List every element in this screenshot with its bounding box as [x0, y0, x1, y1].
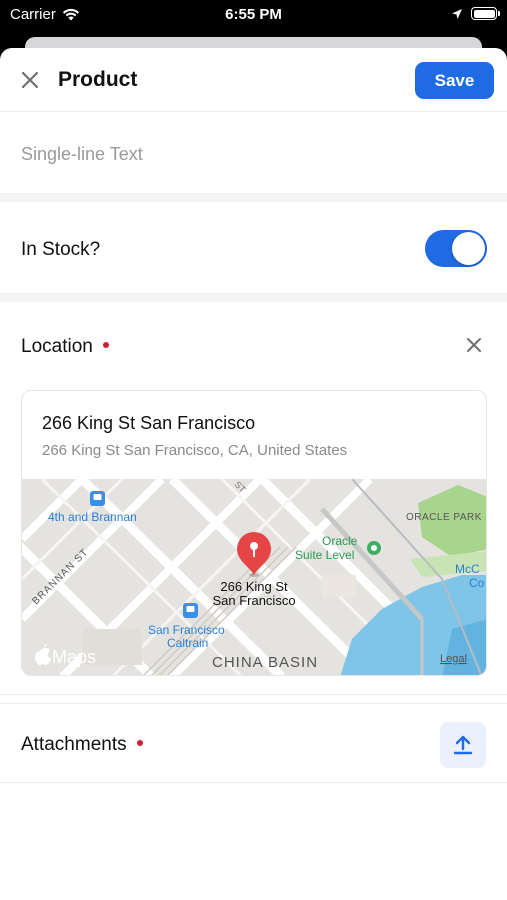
single-line-text-field — [0, 112, 507, 194]
address-subtitle: 266 King St San Francisco, CA, United St… — [42, 442, 348, 459]
in-stock-label: In Stock? — [21, 239, 101, 260]
clear-location-button[interactable] — [463, 334, 485, 356]
location-card[interactable]: 266 King St San Francisco 266 King St Sa… — [21, 390, 487, 676]
close-icon — [467, 338, 481, 352]
page-title: Product — [58, 68, 138, 91]
close-icon — [21, 71, 39, 89]
map-label-mcc-2: Co — [469, 576, 485, 590]
map-label-caltrain-2: Caltrain — [167, 636, 208, 650]
map-label-brannan: 4th and Brannan — [48, 510, 137, 524]
map-label-oracle-2: Suite Level — [295, 548, 354, 562]
map-view[interactable]: 4th and Brannan BRANNAN ST ST Oracle Sui… — [22, 479, 487, 676]
attachments-label: Attachments — [21, 734, 143, 756]
location-label-text: Location — [21, 336, 93, 357]
address-title: 266 King St San Francisco — [42, 413, 256, 433]
map-pin-label-2: San Francisco — [212, 593, 295, 608]
transit-icon — [183, 603, 198, 618]
map-label-oracle-park: ORACLE PARK — [406, 512, 482, 523]
section-divider — [0, 194, 507, 202]
save-button[interactable]: Save — [415, 62, 494, 99]
map-pin-label-1: 266 King St — [220, 579, 288, 594]
location-arrow-icon — [452, 8, 462, 19]
section-divider — [0, 294, 507, 302]
in-stock-toggle[interactable] — [425, 230, 487, 267]
battery-icon — [471, 7, 500, 20]
map-label-oracle-1: Oracle — [322, 534, 358, 548]
map-district-label: CHINA BASIN — [212, 654, 318, 671]
maps-brand-label: Maps — [52, 647, 96, 667]
modal-header: Product Save — [0, 48, 507, 112]
map-label-caltrain-1: San Francisco — [148, 623, 225, 637]
attachments-label-text: Attachments — [21, 734, 127, 755]
transit-icon — [90, 491, 105, 506]
clock: 6:55 PM — [225, 6, 282, 23]
single-line-text-input[interactable] — [21, 144, 486, 165]
location-section: Location 266 King St San Francisco 266 K… — [0, 302, 507, 695]
required-indicator — [102, 341, 109, 348]
upload-icon — [453, 735, 473, 755]
map-legal-link: Legal — [440, 653, 467, 665]
poi-icon — [367, 541, 381, 555]
upload-button[interactable] — [440, 722, 486, 768]
attachments-row: Attachments — [0, 703, 507, 783]
modal-sheet: Product Save In Stock? Location 266 King… — [0, 48, 507, 900]
status-bar: Carrier 6:55 PM — [0, 0, 507, 30]
close-button[interactable] — [16, 66, 44, 94]
required-indicator — [136, 739, 143, 746]
in-stock-row: In Stock? — [0, 202, 507, 294]
toggle-knob — [452, 232, 485, 265]
location-label: Location — [21, 336, 109, 358]
map-label-mcc-1: McC — [455, 562, 480, 576]
